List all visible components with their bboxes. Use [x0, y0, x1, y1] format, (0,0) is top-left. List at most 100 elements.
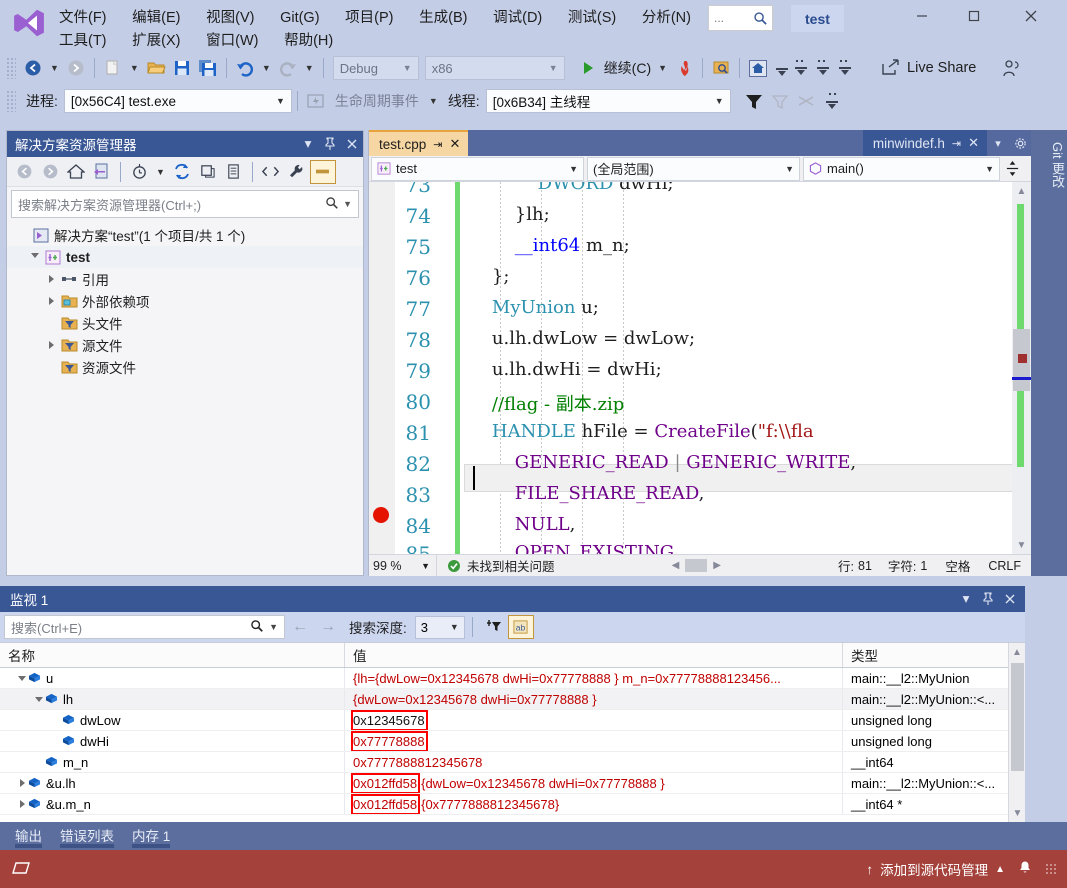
- navbar-project-select[interactable]: test ▼: [371, 156, 584, 181]
- find-in-files-icon[interactable]: [708, 55, 734, 81]
- tree-item-project-test[interactable]: test: [7, 246, 363, 268]
- open-folder-icon[interactable]: [143, 55, 169, 81]
- back-icon[interactable]: [11, 160, 37, 184]
- continue-button-label[interactable]: 继续(C): [601, 58, 654, 78]
- watch-row-u[interactable]: u {lh={dwLow=0x12345678 dwHi=0x77778888 …: [0, 668, 1025, 689]
- continue-dropdown-icon[interactable]: ▼: [654, 63, 671, 73]
- navbar-scope-select[interactable]: (全局范围) ▼: [587, 156, 800, 181]
- forward-icon[interactable]: [37, 160, 63, 184]
- home-icon[interactable]: [63, 160, 89, 184]
- pin-filter-icon[interactable]: [480, 615, 506, 639]
- tree-item-source-files[interactable]: 源文件: [7, 334, 363, 356]
- bell-icon[interactable]: [1017, 860, 1033, 879]
- menu-item-analyze[interactable]: 分析(N): [631, 3, 702, 30]
- expand-twisty-open-icon[interactable]: [33, 696, 45, 702]
- sync-with-active-document-icon[interactable]: [89, 160, 115, 184]
- editor-tab-minwindef-h[interactable]: minwindef.h ⇥ ✕: [862, 130, 987, 156]
- watch-scrollbar-thumb[interactable]: [1011, 663, 1024, 771]
- scroll-down-arrow-icon[interactable]: ▼: [1012, 536, 1031, 554]
- tree-item-references[interactable]: 引用: [7, 268, 363, 290]
- editor-zoom-select[interactable]: 99 % ▼: [369, 555, 437, 576]
- watch-row-name-cell[interactable]: u: [0, 668, 345, 688]
- new-file-dropdown-icon[interactable]: ▼: [126, 63, 143, 73]
- undo-dropdown-icon[interactable]: ▼: [258, 63, 275, 73]
- tree-item-resource-files[interactable]: 资源文件: [7, 356, 363, 378]
- search-options-dropdown-icon[interactable]: ▼: [269, 622, 278, 632]
- scroll-left-arrow-icon[interactable]: ◀: [672, 560, 680, 571]
- chevron-down-icon[interactable]: ▾: [955, 591, 977, 607]
- bottom-tab-memory-1[interactable]: 内存 1: [123, 822, 179, 848]
- search-depth-select[interactable]: 3 ▼: [414, 615, 465, 639]
- menu-item-debug[interactable]: 调试(D): [482, 3, 553, 30]
- watch-search-input[interactable]: 搜索(Ctrl+E) ▼: [4, 615, 285, 639]
- watch-row-lh[interactable]: lh {dwLow=0x12345678 dwHi=0x77778888 } m…: [0, 689, 1025, 710]
- debug-toolbar-grip[interactable]: [6, 90, 16, 112]
- shuffle-icon[interactable]: [793, 88, 819, 114]
- scroll-down-arrow-icon[interactable]: ▼: [1009, 804, 1026, 822]
- hex-display-icon[interactable]: ab: [507, 615, 534, 639]
- lifecycle-events-label[interactable]: 生命周期事件: [329, 91, 425, 111]
- search-next-icon[interactable]: →: [315, 615, 341, 639]
- quick-launch-search[interactable]: ...: [708, 5, 773, 31]
- editor-tab-test-cpp[interactable]: test.cpp ⇥ ✕: [369, 130, 469, 156]
- menu-item-extensions[interactable]: 扩展(X): [121, 26, 191, 53]
- lifecycle-dropdown-icon[interactable]: ▼: [425, 96, 442, 106]
- watch-row-name-cell[interactable]: &u.m_n: [0, 794, 345, 814]
- code-text-area[interactable]: 73 DWORD dwHi; 74 }lh; 75 __int64 m_n; 7…: [369, 182, 1031, 554]
- watch-row-value-cell[interactable]: 0x7777888812345678: [345, 752, 843, 772]
- watch-row-addr-u-lh[interactable]: &u.lh 0x012ffd58 {dwLow=0x12345678 dwHi=…: [0, 773, 1025, 794]
- save-all-icon[interactable]: [195, 55, 221, 81]
- hscroll-thumb[interactable]: [685, 559, 708, 572]
- navigate-back-dropdown-icon[interactable]: ▼: [46, 63, 63, 73]
- expand-twisty-closed-icon[interactable]: [16, 779, 28, 787]
- new-file-icon[interactable]: [100, 55, 126, 81]
- watch-row-m-n[interactable]: m_n 0x7777888812345678 __int64: [0, 752, 1025, 773]
- pending-changes-dropdown-icon[interactable]: ▼: [152, 167, 169, 177]
- pin-icon[interactable]: ⇥: [952, 137, 961, 150]
- editor-vertical-scrollbar[interactable]: ▲ ▼: [1012, 182, 1031, 554]
- watch-grid-vertical-scrollbar[interactable]: ▲ ▼: [1008, 643, 1025, 822]
- tree-twisty-closed[interactable]: [43, 297, 59, 305]
- search-previous-icon[interactable]: ←: [287, 615, 313, 639]
- tree-item-external-dependencies[interactable]: 外部依赖项: [7, 290, 363, 312]
- lifecycle-events-icon[interactable]: [303, 88, 329, 114]
- tree-twisty-open[interactable]: [27, 252, 43, 262]
- navigate-back-icon[interactable]: [20, 55, 46, 81]
- watch-row-value-cell[interactable]: {dwLow=0x12345678 dwHi=0x77778888 }: [345, 689, 843, 709]
- watch-row-name-cell[interactable]: dwLow: [0, 710, 345, 730]
- tree-item-header-files[interactable]: 头文件: [7, 312, 363, 334]
- line-ending-label[interactable]: CRLF: [988, 559, 1021, 573]
- scroll-up-arrow-icon[interactable]: ▲: [1009, 643, 1025, 661]
- live-share-button[interactable]: Live Share: [881, 58, 976, 79]
- column-header-value[interactable]: 值: [345, 643, 843, 667]
- step-tools-group-icon[interactable]: [771, 55, 867, 81]
- watch-row-name-cell[interactable]: dwHi: [0, 731, 345, 751]
- filter-off-icon[interactable]: [767, 88, 793, 114]
- chevron-up-icon[interactable]: ▲: [995, 864, 1005, 875]
- platform-select[interactable]: x86 ▼: [424, 56, 565, 80]
- watch-row-value-cell[interactable]: {lh={dwLow=0x12345678 dwHi=0x77778888 } …: [345, 668, 843, 688]
- watch-row-dwhi[interactable]: dwHi 0x77778888 unsigned long: [0, 731, 1025, 752]
- watch-row-addr-u-m-n[interactable]: &u.m_n 0x012ffd58 {0x7777888812345678} _…: [0, 794, 1025, 815]
- process-select[interactable]: [0x56C4] test.exe ▼: [63, 89, 292, 113]
- resize-grip[interactable]: [1045, 863, 1057, 875]
- window-close-button[interactable]: [1008, 0, 1054, 32]
- build-configuration-select[interactable]: Debug ▼: [332, 56, 419, 80]
- scroll-up-arrow-icon[interactable]: ▲: [1012, 182, 1031, 200]
- search-options-dropdown-icon[interactable]: ▼: [343, 199, 352, 209]
- show-all-files-icon[interactable]: [221, 160, 247, 184]
- menu-item-help[interactable]: 帮助(H): [273, 26, 344, 53]
- watch-row-value-cell[interactable]: 0x012ffd58 {dwLow=0x12345678 dwHi=0x7777…: [345, 773, 843, 793]
- watch-row-value-cell[interactable]: 0x012ffd58 {0x7777888812345678}: [345, 794, 843, 814]
- close-icon[interactable]: ✕: [450, 136, 461, 152]
- tree-twisty-closed[interactable]: [43, 275, 59, 283]
- column-header-type[interactable]: 类型: [843, 643, 1025, 667]
- scroll-right-arrow-icon[interactable]: ▶: [713, 560, 721, 571]
- menu-item-test[interactable]: 测试(S): [557, 3, 627, 30]
- bottom-tab-error-list[interactable]: 错误列表: [51, 822, 123, 848]
- expand-twisty-closed-icon[interactable]: [16, 800, 28, 808]
- preview-selected-items-icon[interactable]: [309, 159, 336, 184]
- issues-status-label[interactable]: 未找到相关问题: [467, 556, 555, 575]
- window-maximize-button[interactable]: [951, 0, 997, 32]
- column-header-name[interactable]: 名称: [0, 643, 345, 667]
